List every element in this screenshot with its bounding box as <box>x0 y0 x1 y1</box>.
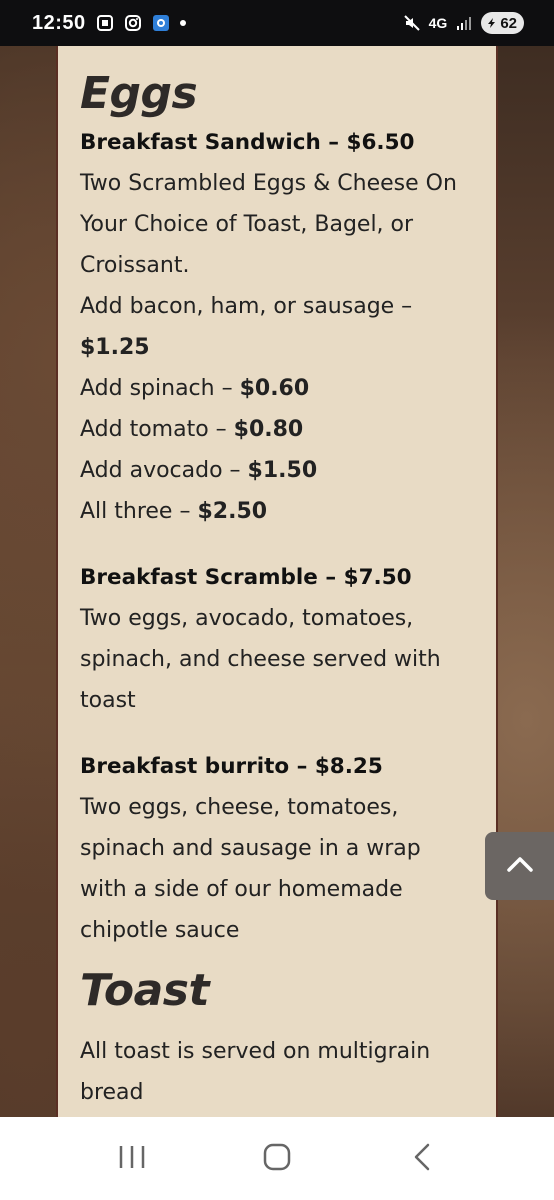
menu-item-breakfast-burrito: Breakfast burrito – $8.25 Two eggs, chee… <box>80 746 474 951</box>
item-title: Breakfast Scramble – $7.50 <box>80 565 412 590</box>
menu-item-breakfast-sandwich: Breakfast Sandwich – $6.50 Two Scrambled… <box>80 122 474 532</box>
item-description-line: spinach and sausage in a wrap <box>80 836 421 861</box>
addon-label: Add tomato – <box>80 417 234 442</box>
addon-price: $0.60 <box>239 376 310 401</box>
signal-icon <box>455 14 473 32</box>
item-description-line: Croissant. <box>80 253 190 278</box>
addon-label: Add avocado – <box>80 458 248 483</box>
section-title-eggs: Eggs <box>80 68 198 119</box>
item-description-line: Two eggs, avocado, tomatoes, <box>80 606 414 631</box>
recent-apps-icon <box>117 1144 147 1174</box>
addon-line: $1.25 <box>80 327 474 368</box>
menu-item-breakfast-scramble: Breakfast Scramble – $7.50 Two eggs, avo… <box>80 557 474 721</box>
menu-panel: Eggs Breakfast Sandwich – $6.50 Two Scra… <box>56 46 498 1118</box>
addon-line: Add spinach – $0.60 <box>80 368 474 409</box>
battery-icon: 62 <box>481 12 524 34</box>
home-icon <box>262 1142 292 1176</box>
item-description-line: Two eggs, cheese, tomatoes, <box>80 795 399 820</box>
notification-dot <box>179 20 186 26</box>
battery-level: 62 <box>500 14 517 32</box>
status-bar: 12:50 4G 62 <box>0 0 554 46</box>
mute-icon <box>403 14 421 32</box>
addon-label: All three – <box>80 499 198 524</box>
chevron-up-icon <box>505 854 535 878</box>
addon-line: All three – $2.50 <box>80 491 474 532</box>
addon-line: Add bacon, ham, or sausage – <box>80 294 413 319</box>
status-time: 12:50 <box>32 11 86 34</box>
recent-apps-button[interactable] <box>102 1129 162 1189</box>
scroll-to-top-button[interactable] <box>485 832 554 900</box>
item-title: Breakfast Sandwich – $6.50 <box>80 130 415 155</box>
section-description-line: bread <box>80 1080 144 1105</box>
item-title: Breakfast burrito – $8.25 <box>80 754 383 779</box>
addon-label: Add spinach – <box>80 376 240 401</box>
item-description-line: Two Scrambled Eggs & Cheese On <box>80 171 457 196</box>
addon-line: Add tomato – $0.80 <box>80 409 474 450</box>
item-description-line: Your Choice of Toast, Bagel, or <box>80 212 414 237</box>
status-left: 12:50 <box>32 12 186 35</box>
addon-price: $1.50 <box>247 458 318 483</box>
section-title-toast: Toast <box>80 965 209 1016</box>
back-icon <box>412 1142 432 1176</box>
back-button[interactable] <box>392 1129 452 1189</box>
addon-price: $2.50 <box>197 499 268 524</box>
status-right: 4G 62 <box>403 12 524 34</box>
home-button[interactable] <box>247 1129 307 1189</box>
item-description-line: toast <box>80 688 136 713</box>
addon-price: $1.25 <box>80 335 150 360</box>
instagram-icon <box>124 14 142 32</box>
item-description-line: with a side of our homemade <box>80 877 403 902</box>
app-icon <box>152 14 170 32</box>
screenshot-icon <box>96 14 114 32</box>
addon-price: $0.80 <box>233 417 304 442</box>
item-description-line: spinach, and cheese served with <box>80 647 441 672</box>
section-description-line: All toast is served on multigrain <box>80 1039 431 1064</box>
addon-line: Add avocado – $1.50 <box>80 450 474 491</box>
navigation-bar <box>0 1117 554 1200</box>
item-description-line: chipotle sauce <box>80 918 240 943</box>
network-label: 4G <box>428 15 448 31</box>
